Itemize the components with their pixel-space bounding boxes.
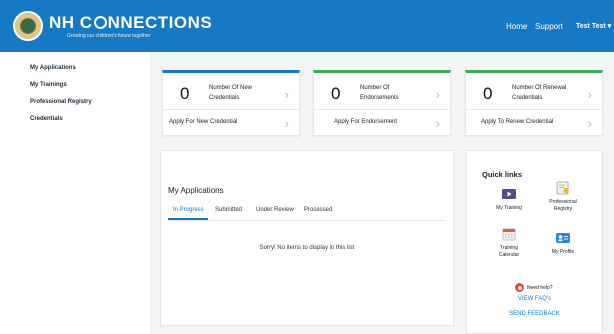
renewal-credentials-card: 0 Number Of Renewal Credentials › Apply … bbox=[465, 70, 603, 136]
state-seal-logo bbox=[13, 11, 43, 41]
renewal-credentials-count: 0 bbox=[483, 84, 493, 103]
endorsements-card: 0 Number Of Endorsements › Apply For End… bbox=[313, 70, 451, 136]
chevron-right-icon[interactable]: › bbox=[285, 87, 289, 102]
user-menu[interactable]: Test Test ▾ bbox=[576, 22, 611, 30]
chevron-right-icon[interactable]: › bbox=[588, 116, 592, 131]
empty-list-message: Sorry! No items to display in this list bbox=[259, 245, 355, 251]
chevron-right-icon[interactable]: › bbox=[588, 87, 592, 102]
new-credentials-count: 0 bbox=[180, 84, 190, 103]
sidebar: My Applications My Trainings Professiona… bbox=[0, 52, 150, 334]
tab-in-progress[interactable]: In Progress bbox=[173, 207, 204, 213]
quick-link-my-training[interactable]: My Training bbox=[484, 187, 534, 212]
quick-links-title: Quick links bbox=[482, 170, 523, 179]
apply-new-credential-link[interactable]: Apply For New Credential bbox=[169, 119, 237, 125]
calendar-icon bbox=[502, 228, 516, 241]
top-header: NH C NNECTIONS Growing our children's fut… bbox=[0, 0, 614, 52]
endorsements-count: 0 bbox=[331, 84, 341, 103]
my-applications-panel: My Applications In Progress Submitted Un… bbox=[160, 150, 454, 326]
send-feedback-link[interactable]: SEND FEEDBACK bbox=[467, 311, 602, 317]
tab-under-review[interactable]: Under Review bbox=[256, 207, 294, 213]
lifebuoy-icon bbox=[515, 283, 524, 293]
tab-processed[interactable]: Processed bbox=[304, 207, 332, 213]
apply-endorsement-link[interactable]: Apply For Endorsement bbox=[334, 119, 397, 125]
new-credentials-card: 0 Number Of New Credentials › Apply For … bbox=[162, 70, 300, 136]
brand-tagline: Growing our children's future together bbox=[67, 33, 151, 39]
nav-support-link[interactable]: Support bbox=[535, 22, 563, 31]
chevron-right-icon[interactable]: › bbox=[436, 87, 440, 102]
my-applications-title: My Applications bbox=[168, 186, 224, 195]
endorsements-label: Number Of Endorsements bbox=[360, 85, 399, 101]
certificate-icon bbox=[556, 181, 569, 195]
video-icon bbox=[502, 189, 516, 199]
sidebar-item-credentials[interactable]: Credentials bbox=[30, 116, 63, 122]
brand-name[interactable]: NH C NNECTIONS bbox=[49, 13, 212, 33]
new-credentials-label: Number Of New Credentials bbox=[209, 85, 253, 101]
active-tab-indicator bbox=[168, 218, 208, 220]
chevron-right-icon[interactable]: › bbox=[436, 116, 440, 131]
view-faqs-link[interactable]: VIEW FAQ's bbox=[467, 296, 602, 302]
quick-link-professional-registry[interactable]: Professional Registry bbox=[538, 181, 588, 213]
sidebar-item-professional-registry[interactable]: Professional Registry bbox=[30, 99, 92, 105]
sidebar-item-my-trainings[interactable]: My Trainings bbox=[30, 82, 67, 88]
renewal-credentials-label: Number Of Renewal Credentials bbox=[512, 85, 567, 101]
nav-home-link[interactable]: Home bbox=[506, 22, 527, 31]
profile-card-icon bbox=[556, 233, 570, 243]
tab-submitted[interactable]: Submitted bbox=[215, 207, 242, 213]
apply-renew-credential-link[interactable]: Apply To Renew Credential bbox=[481, 119, 553, 125]
quick-link-training-calendar[interactable]: Training Calendar bbox=[484, 227, 534, 259]
need-help-row[interactable]: Need help? bbox=[515, 279, 553, 297]
quick-link-my-profile[interactable]: My Profile bbox=[538, 231, 588, 256]
chevron-right-icon[interactable]: › bbox=[285, 116, 289, 131]
brand-o-ring-icon bbox=[93, 16, 107, 29]
sidebar-item-my-applications[interactable]: My Applications bbox=[30, 65, 76, 71]
quick-links-panel: Quick links My Training Professional Reg… bbox=[466, 150, 603, 334]
